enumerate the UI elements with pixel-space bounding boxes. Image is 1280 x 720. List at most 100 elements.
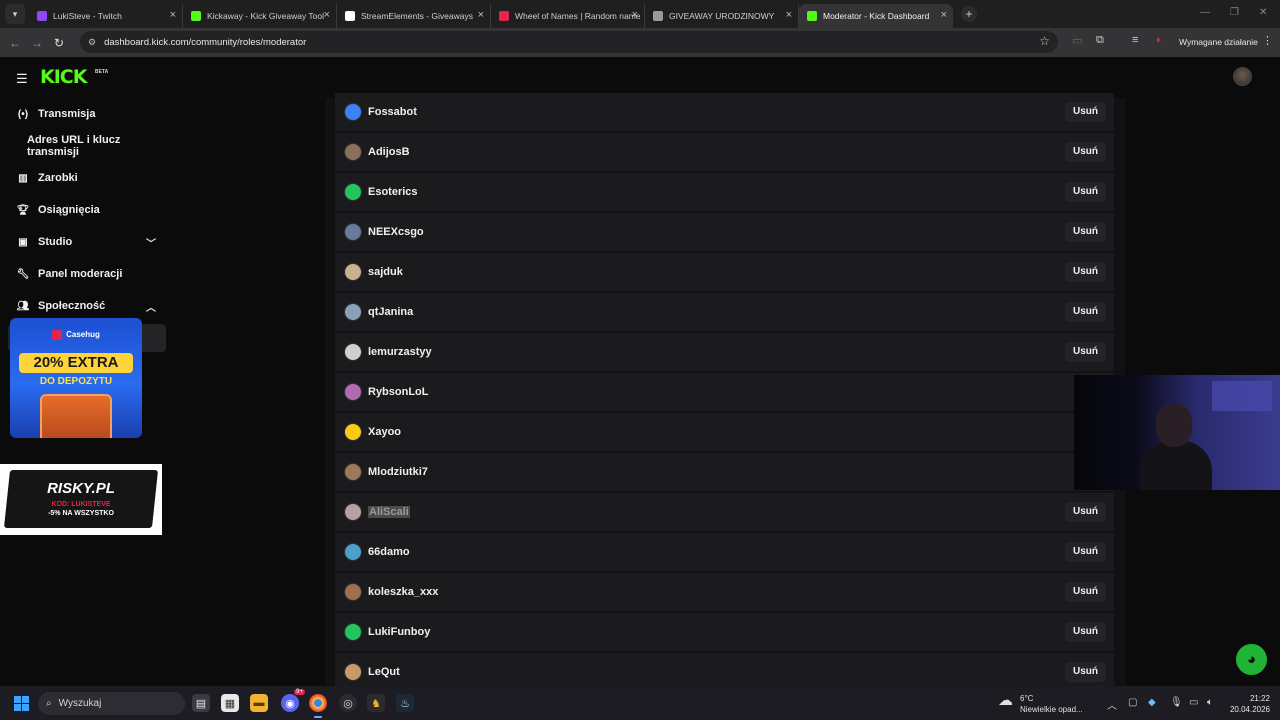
sidebar-item-stream-url-key[interactable]: Adres URL i klucz transmisji (0, 130, 168, 162)
moderator-name[interactable]: Xayoo (368, 426, 401, 438)
remove-moderator-button[interactable]: Usuń (1065, 182, 1106, 202)
chevron-up-icon[interactable]: ︿ (146, 299, 156, 314)
tab-search-button[interactable]: ▾ (5, 4, 25, 24)
sidebar-item-transmisja[interactable]: (•) Transmisja (0, 98, 168, 130)
tray-app-icon[interactable]: ▢ (1128, 697, 1137, 708)
site-info-icon[interactable]: ⚙ (88, 37, 96, 48)
moderator-avatar[interactable] (344, 583, 362, 601)
maximize-icon[interactable]: ❐ (1230, 7, 1239, 18)
moderator-name[interactable]: 66damo (368, 546, 410, 558)
moderator-avatar[interactable] (344, 103, 362, 121)
browser-tab[interactable]: GIVEAWAY URODZINOWY × (645, 4, 799, 28)
task-view-icon[interactable]: ▤ (192, 694, 210, 712)
file-explorer-icon[interactable]: ▬ (250, 694, 268, 712)
app-icon[interactable]: ▦ (221, 694, 239, 712)
moderator-name[interactable]: LeQut (368, 666, 400, 678)
hamburger-menu-icon[interactable]: ☰ (16, 71, 28, 87)
tray-steam-icon[interactable]: ◆ (1148, 697, 1156, 708)
browser-tab[interactable]: Moderator - Kick Dashboard × (799, 4, 953, 28)
minimize-icon[interactable]: — (1200, 7, 1210, 18)
moderator-name[interactable]: lemurzastyy (368, 346, 432, 358)
microphone-icon[interactable]: 🎙︎ (1170, 697, 1183, 708)
network-icon[interactable]: ▭ (1189, 697, 1198, 708)
forward-icon[interactable]: → (26, 36, 48, 50)
moderator-name[interactable]: LukiFunboy (368, 626, 430, 638)
close-tab-icon[interactable]: × (170, 9, 176, 21)
remove-moderator-button[interactable]: Usuń (1065, 262, 1106, 282)
sidebar-item-studio[interactable]: ▣ Studio ﹀ (0, 226, 168, 258)
chrome-icon[interactable] (309, 694, 327, 718)
extensions-icon[interactable]: ⧉ (1096, 34, 1104, 47)
remove-moderator-button[interactable]: Usuń (1065, 662, 1106, 682)
remove-moderator-button[interactable]: Usuń (1065, 302, 1106, 322)
reload-icon[interactable]: ↻ (48, 36, 70, 50)
volume-icon[interactable]: 🔈︎ (1207, 697, 1213, 708)
bookmark-star-icon[interactable]: ☆ (1039, 34, 1050, 48)
moderator-name[interactable]: Esoterics (368, 186, 418, 198)
remove-moderator-button[interactable]: Usuń (1065, 142, 1106, 162)
close-tab-icon[interactable]: × (478, 9, 484, 21)
browser-tab[interactable]: Wheel of Names | Random name × (491, 4, 645, 28)
remove-moderator-button[interactable]: Usuń (1065, 222, 1106, 242)
action-required-chip[interactable]: Wymagane działanie (1179, 37, 1258, 51)
sidebar-item-zarobki[interactable]: ▥ Zarobki (0, 162, 168, 194)
close-tab-icon[interactable]: × (632, 9, 638, 21)
chevron-down-icon[interactable]: ﹀ (146, 235, 156, 250)
close-tab-icon[interactable]: × (786, 9, 792, 21)
obs-icon[interactable]: ◎ (339, 694, 357, 712)
address-bar[interactable]: ⚙ dashboard.kick.com/community/roles/mod… (80, 31, 1058, 53)
moderator-name[interactable]: Fossabot (368, 106, 417, 118)
steam-icon[interactable]: ♨ (396, 694, 414, 712)
support-chat-button[interactable]: ◕ (1236, 644, 1267, 675)
moderator-name[interactable]: qtJanina (368, 306, 413, 318)
moderator-avatar[interactable] (344, 423, 362, 441)
moderator-avatar[interactable] (344, 383, 362, 401)
profile-icon[interactable]: ◐ (1156, 34, 1163, 46)
taskbar-clock[interactable]: 21:22 20.04.2026 (1228, 693, 1270, 715)
kick-logo[interactable]: KICK (40, 66, 87, 88)
moderator-avatar[interactable] (344, 223, 362, 241)
moderator-name[interactable]: AliScali (368, 506, 410, 518)
remove-moderator-button[interactable]: Usuń (1065, 542, 1106, 562)
windows-start-icon[interactable] (14, 696, 29, 711)
sidebar-item-panel-moderacji[interactable]: 🔧︎ Panel moderacji (0, 258, 168, 290)
close-window-icon[interactable]: ✕ (1259, 7, 1267, 18)
remove-moderator-button[interactable]: Usuń (1065, 502, 1106, 522)
moderator-avatar[interactable] (344, 343, 362, 361)
back-icon[interactable]: ← (4, 36, 26, 50)
browser-tab[interactable]: Kickaway - Kick Giveaway Tool × (183, 4, 337, 28)
browser-tab[interactable]: LukiSteve - Twitch × (29, 4, 183, 28)
close-tab-icon[interactable]: × (324, 9, 330, 21)
tray-overflow-icon[interactable]: ︿ (1107, 697, 1117, 712)
moderator-avatar[interactable] (344, 263, 362, 281)
remove-moderator-button[interactable]: Usuń (1065, 102, 1106, 122)
close-tab-icon[interactable]: × (941, 9, 947, 21)
remove-moderator-button[interactable]: Usuń (1065, 342, 1106, 362)
user-avatar[interactable] (1233, 67, 1252, 86)
moderator-name[interactable]: koleszka_xxx (368, 586, 438, 598)
remove-moderator-button[interactable]: Usuń (1065, 622, 1106, 642)
moderator-avatar[interactable] (344, 143, 362, 161)
browser-menu-icon[interactable]: ⋮ (1262, 34, 1273, 47)
remove-moderator-button[interactable]: Usuń (1065, 582, 1106, 602)
app-icon-2[interactable]: ♞ (367, 694, 385, 712)
moderator-avatar[interactable] (344, 183, 362, 201)
taskbar-search[interactable]: ⌕ Wyszukaj (38, 692, 185, 715)
moderator-name[interactable]: Mlodziutki7 (368, 466, 428, 478)
moderator-name[interactable]: RybsonLoL (368, 386, 429, 398)
moderator-avatar[interactable] (344, 303, 362, 321)
browser-tab[interactable]: StreamElements - Giveaways × (337, 4, 491, 28)
moderator-name[interactable]: sajduk (368, 266, 403, 278)
moderator-avatar[interactable] (344, 503, 362, 521)
moderator-name[interactable]: NEEXcsgo (368, 226, 424, 238)
reading-list-icon[interactable]: ≡ (1132, 34, 1138, 46)
sidebar-item-osiagniecia[interactable]: 🏆︎ Osiągnięcia (0, 194, 168, 226)
moderator-avatar[interactable] (344, 543, 362, 561)
cast-icon[interactable]: ▭ (1072, 34, 1082, 47)
discord-icon[interactable]: ◉ 9+ (281, 689, 305, 712)
moderator-name[interactable]: AdijosB (368, 146, 410, 158)
moderator-avatar[interactable] (344, 663, 362, 681)
moderator-avatar[interactable] (344, 463, 362, 481)
moderator-avatar[interactable] (344, 623, 362, 641)
new-tab-button[interactable]: + (961, 6, 977, 22)
